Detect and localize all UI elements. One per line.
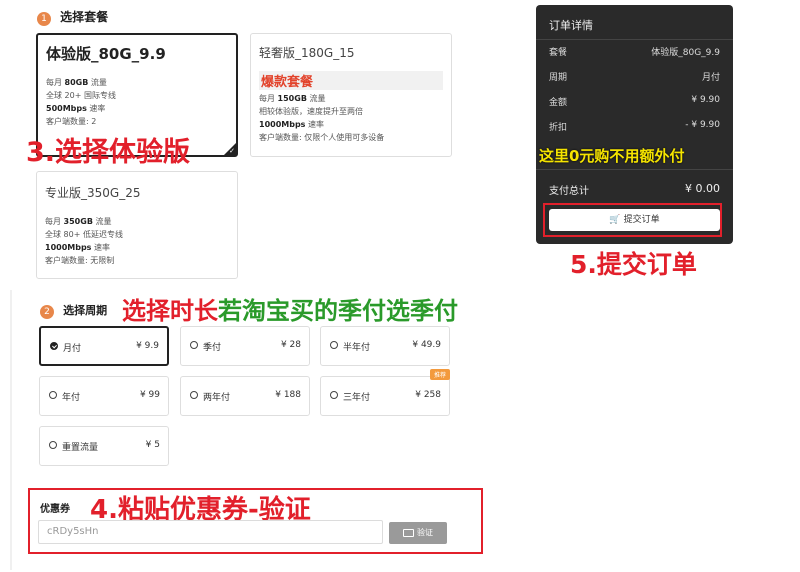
order-total-row: 支付总计 ¥ 0.00 (549, 182, 720, 197)
radio-icon (190, 341, 198, 349)
plan-card-pro[interactable]: 专业版_350G_25 每月 350GB 流量 全球 80+ 低延迟专线 100… (36, 171, 238, 279)
plan-feature-lines: 全球 80+ 低延迟专线 (45, 230, 123, 239)
radio-icon (49, 391, 57, 399)
verify-button[interactable]: 验证 (389, 522, 447, 544)
period-price: ¥ 9.9 (136, 341, 159, 351)
order-row-period: 周期 月付 (549, 73, 720, 83)
annotation-step3: 3.选择体验版 (26, 137, 191, 168)
period-section-header: 2 选择周期 (40, 299, 107, 319)
plan-feature-traffic: 每月 350GB 流量 (45, 217, 112, 226)
section-title: 选择周期 (63, 304, 108, 317)
period-name: 重置流量 (62, 443, 99, 453)
annotation-period: 选择时长若淘宝买的季付选季付 (122, 297, 458, 325)
order-panel: 订单详情 套餐 体验版_80G_9.9 周期 月付 金额 ¥ 9.90 折扣 - ¥ 9… (536, 5, 733, 244)
cart-icon: 🛒 (609, 215, 621, 225)
period-name: 两年付 (203, 393, 231, 403)
period-option-monthly[interactable]: 月付 ¥ 9.9 (39, 326, 169, 366)
period-option-yearly[interactable]: 年付 ¥ 99 (39, 376, 169, 416)
period-name: 年付 (62, 393, 81, 403)
period-name: 月付 (63, 344, 82, 354)
plan-section-header: 1 选择套餐 (37, 6, 108, 26)
ticket-icon (403, 528, 414, 537)
period-option-threeyear[interactable]: 三年付 ¥ 258 推荐 (320, 369, 450, 416)
plan-card-lite[interactable]: 轻奢版_180G_15 爆款套餐 每月 150GB 流量 相较体验版，速度提升至… (250, 33, 452, 157)
plan-feature-speed: 1000Mbps 速率 (259, 120, 324, 129)
plan-feature-lines: 全球 20+ 国际专线 (46, 91, 116, 100)
left-edge-line (10, 290, 12, 570)
order-row-amount: 金额 ¥ 9.90 (549, 95, 720, 108)
radio-icon (330, 391, 338, 399)
submit-order-button[interactable]: 🛒 提交订单 (549, 209, 720, 231)
radio-icon (190, 391, 198, 399)
period-price: ¥ 258 (415, 390, 441, 400)
divider (536, 39, 733, 40)
check-icon: ✓ (229, 147, 235, 155)
divider (536, 169, 733, 170)
order-title: 订单详情 (549, 19, 593, 32)
plan-feature-traffic: 每月 80GB 流量 (46, 78, 107, 87)
period-price: ¥ 99 (139, 390, 160, 400)
period-price: ¥ 28 (280, 340, 301, 350)
plan-feature-clients: 客户端数量: 仅限个人使用可多设备 (259, 133, 385, 142)
plan-feature-speed: 500Mbps 速率 (46, 104, 106, 113)
radio-icon (49, 441, 57, 449)
plan-feature-clients: 客户端数量: 无限制 (45, 256, 115, 265)
plan-feature-speed: 1000Mbps 速率 (45, 243, 110, 252)
order-row-plan: 套餐 体验版_80G_9.9 (549, 48, 720, 58)
order-row-discount: 折扣 - ¥ 9.90 (549, 120, 720, 133)
coupon-input[interactable]: cRDy5sHn (38, 520, 383, 544)
radio-icon (330, 341, 338, 349)
plan-name: 专业版_350G_25 (45, 186, 141, 200)
plan-name: 体验版_80G_9.9 (46, 45, 166, 63)
step-number: 1 (37, 12, 51, 26)
period-option-quarterly[interactable]: 季付 ¥ 28 (180, 326, 310, 366)
plan-feature-speedup: 相较体验版，速度提升至两倍 (259, 107, 363, 116)
annotation-step5: 5.提交订单 (570, 250, 697, 279)
coupon-label: 优惠券 (40, 504, 70, 515)
period-price: ¥ 188 (275, 390, 301, 400)
hot-badge: 爆款套餐 (259, 71, 443, 90)
plan-name: 轻奢版_180G_15 (259, 46, 355, 60)
period-price: ¥ 49.9 (412, 340, 441, 350)
section-title: 选择套餐 (60, 10, 109, 24)
period-name: 三年付 (343, 393, 371, 403)
period-price: ¥ 5 (145, 440, 160, 450)
period-name: 季付 (203, 343, 222, 353)
plan-feature-traffic: 每月 150GB 流量 (259, 94, 326, 103)
annotation-free: 这里0元购不用额外付 (539, 147, 685, 165)
period-name: 半年付 (343, 343, 371, 353)
step-number: 2 (40, 305, 54, 319)
radio-checked-icon (50, 342, 58, 350)
period-option-halfyear[interactable]: 半年付 ¥ 49.9 (320, 326, 450, 366)
recommend-badge: 推荐 (429, 369, 450, 380)
period-option-reset-traffic[interactable]: 重置流量 ¥ 5 (39, 426, 169, 466)
plan-feature-clients: 客户端数量: 2 (46, 117, 97, 126)
period-option-twoyear[interactable]: 两年付 ¥ 188 (180, 376, 310, 416)
